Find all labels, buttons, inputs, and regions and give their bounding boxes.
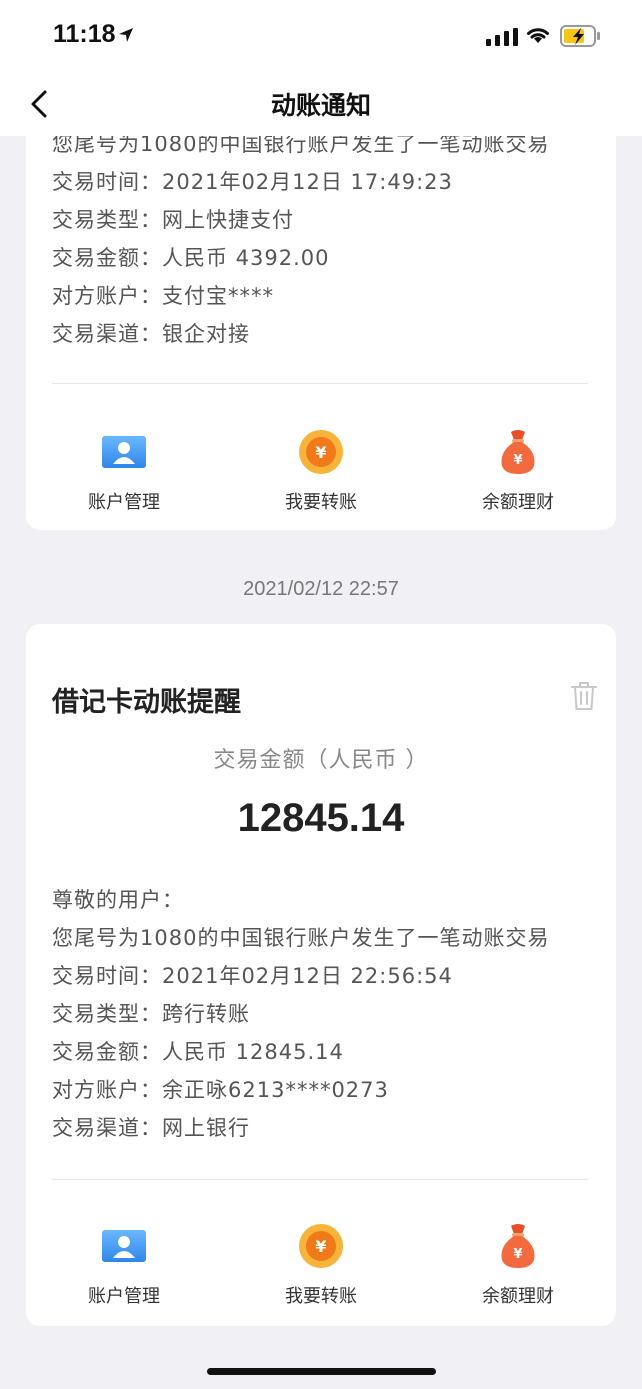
- trash-icon[interactable]: [569, 680, 599, 712]
- action-label: 我要转账: [285, 492, 357, 513]
- card-line: 您尾号为1080的中国银行账户发生了一笔动账交易: [52, 926, 550, 950]
- action-label: 余额理财: [482, 492, 554, 513]
- transfer-icon: ¥: [299, 1224, 343, 1268]
- card-line: 交易金额：人民币 4392.00: [52, 246, 330, 270]
- card-line: 尊敬的用户：: [52, 888, 184, 912]
- svg-text:¥: ¥: [315, 1237, 326, 1256]
- account-icon: [102, 436, 146, 468]
- action-label: 账户管理: [88, 492, 160, 513]
- card-title: 借记卡动账提醒: [52, 687, 241, 718]
- card-line: 交易类型：网上快捷支付: [52, 208, 294, 232]
- nav-bar: 动账通知: [0, 72, 642, 136]
- signal-icon: [486, 28, 518, 46]
- balance-finance-button[interactable]: ¥ 余额理财: [428, 426, 608, 514]
- transfer-icon: ¥: [299, 430, 343, 474]
- svg-text:¥: ¥: [315, 443, 326, 462]
- money-bag-icon: ¥: [501, 430, 535, 474]
- svg-text:¥: ¥: [513, 453, 522, 468]
- amount-value: 12845.14: [237, 796, 405, 840]
- account-management-button[interactable]: 账户管理: [34, 426, 214, 514]
- notification-card: 您尾号为1080的中国银行账户发生了一笔动账交易 交易时间：2021年02月12…: [26, 90, 616, 530]
- action-label: 我要转账: [285, 1286, 357, 1307]
- status-bar: 11:18: [0, 0, 642, 72]
- card-line: 对方账户：余正咏6213****0273: [52, 1078, 389, 1102]
- divider: [52, 383, 588, 384]
- location-arrow-icon: [119, 28, 133, 42]
- svg-text:¥: ¥: [513, 1247, 522, 1262]
- card-line: 交易时间：2021年02月12日 22:56:54: [52, 964, 453, 988]
- action-label: 余额理财: [482, 1286, 554, 1307]
- card-line: 交易时间：2021年02月12日 17:49:23: [52, 170, 453, 194]
- money-bag-icon: ¥: [501, 1224, 535, 1268]
- amount-label: 交易金额（人民币 ）: [213, 748, 429, 773]
- account-icon: [102, 1230, 146, 1262]
- notification-card: 借记卡动账提醒 交易金额（人民币 ） 12845.14 尊敬的用户： 您尾号为1…: [26, 624, 616, 1326]
- account-management-button[interactable]: 账户管理: [34, 1220, 214, 1308]
- card-line: 交易类型：跨行转账: [52, 1002, 250, 1026]
- divider: [52, 1179, 588, 1180]
- wifi-icon: [527, 28, 549, 43]
- transfer-button[interactable]: ¥ 我要转账: [231, 426, 411, 514]
- action-row: 账户管理 ¥ 我要转账 ¥ 余额理财: [26, 426, 616, 526]
- action-label: 账户管理: [88, 1286, 160, 1307]
- transfer-button[interactable]: ¥ 我要转账: [231, 1220, 411, 1308]
- home-indicator[interactable]: [207, 1368, 436, 1375]
- balance-finance-button[interactable]: ¥ 余额理财: [428, 1220, 608, 1308]
- status-time: 11:18: [53, 20, 116, 48]
- card-line: 对方账户：支付宝****: [52, 284, 274, 308]
- card-line: 交易金额：人民币 12845.14: [52, 1040, 344, 1064]
- message-timestamp: 2021/02/12 22:57: [243, 578, 399, 600]
- action-row: 账户管理 ¥ 我要转账 ¥ 余额理财: [26, 1220, 616, 1320]
- card-line: 交易渠道：网上银行: [52, 1116, 250, 1140]
- card-line: 交易渠道：银企对接: [52, 322, 250, 346]
- page-title: 动账通知: [270, 91, 371, 120]
- battery-charging-icon: [560, 25, 600, 47]
